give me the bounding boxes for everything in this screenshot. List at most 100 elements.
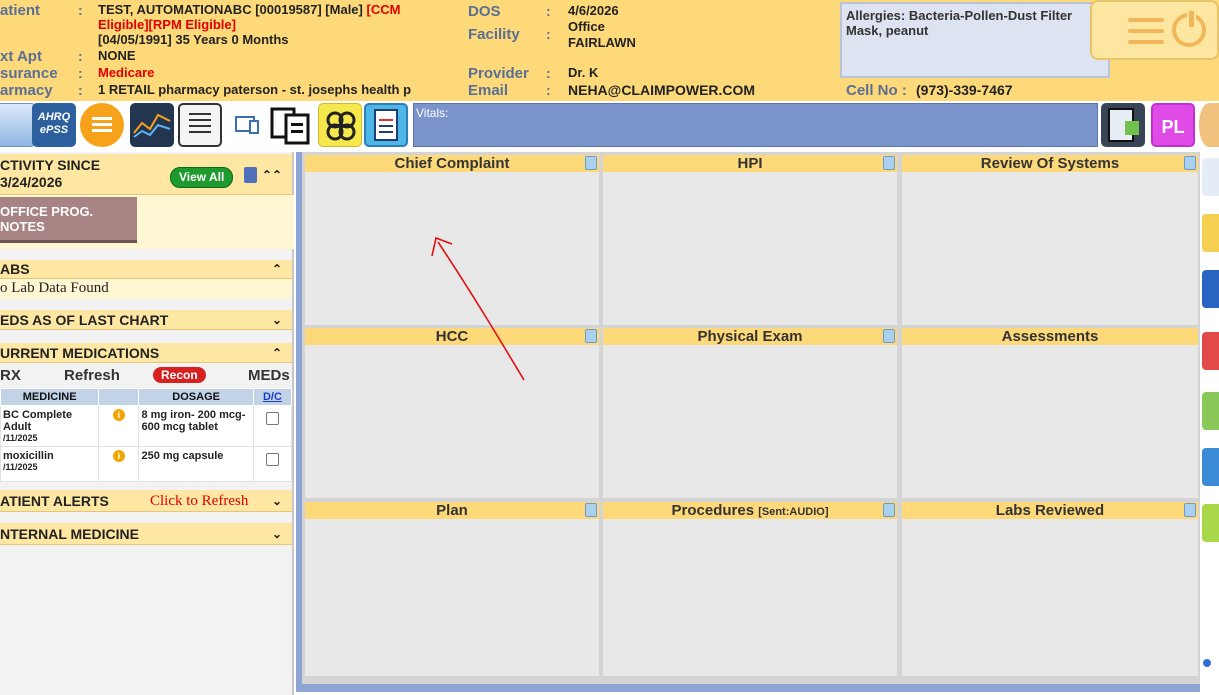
- review-of-systems-panel[interactable]: Review Of Systems: [902, 155, 1198, 325]
- checklist-icon[interactable]: [1202, 392, 1219, 430]
- dc-checkbox[interactable]: [252, 446, 293, 482]
- colon: :: [78, 82, 83, 98]
- clipboard-icon[interactable]: [585, 156, 597, 170]
- facility-value: Office: [568, 19, 605, 34]
- patient-alerts-header[interactable]: ATIENT ALERTS Click to Refresh ⌄: [0, 490, 292, 512]
- provider-value: Dr. K: [568, 65, 599, 80]
- rx-button[interactable]: RX: [0, 367, 21, 384]
- labs-section-header[interactable]: ABS ⌃: [0, 260, 292, 279]
- internal-medicine-title: NTERNAL MEDICINE: [0, 526, 139, 542]
- expand-down-icon[interactable]: ⌄: [272, 490, 282, 511]
- column-dc[interactable]: D/C: [252, 388, 293, 406]
- meds-last-chart-header[interactable]: EDS AS OF LAST CHART ⌄: [0, 310, 292, 330]
- document-list-icon[interactable]: [178, 103, 222, 147]
- clipboard-icon[interactable]: [1184, 156, 1196, 170]
- trend-chart-icon[interactable]: [130, 103, 174, 147]
- procedures-title: Procedures: [671, 502, 755, 519]
- lab-results-icon[interactable]: [1202, 504, 1219, 542]
- clipboard-icon[interactable]: [883, 503, 895, 517]
- clipboard-icon[interactable]: [585, 503, 597, 517]
- dos-value: 4/6/2026: [568, 3, 619, 18]
- info-icon[interactable]: i: [98, 446, 140, 482]
- document-icon[interactable]: [244, 167, 257, 183]
- recon-button[interactable]: Recon: [153, 367, 206, 383]
- labs-reviewed-panel[interactable]: Labs Reviewed: [902, 502, 1198, 676]
- colon: :: [546, 82, 551, 98]
- pl-icon[interactable]: PL: [1151, 103, 1195, 147]
- assessments-panel[interactable]: Assessments: [902, 328, 1198, 498]
- refresh-button[interactable]: Refresh: [64, 367, 120, 384]
- email-value: NEHA@CLAIMPOWER.COM: [568, 82, 756, 98]
- pattern-icon[interactable]: [318, 103, 362, 147]
- collapse-up-icon[interactable]: ⌃⌃: [262, 167, 282, 184]
- clipboard-icon[interactable]: [1184, 503, 1196, 517]
- activity-title: CTIVITY SINCE: [0, 157, 101, 173]
- provider-label: Provider: [468, 65, 529, 82]
- patient-name: TEST, AUTOMATIONABC [00019587] [Male] [C…: [98, 2, 401, 17]
- gear-icon[interactable]: [1202, 448, 1219, 486]
- colon: :: [546, 65, 551, 81]
- plan-panel[interactable]: Plan: [305, 502, 599, 676]
- ahrq-epss-icon[interactable]: AHRQ ePSS: [32, 103, 76, 147]
- colon: :: [546, 3, 551, 19]
- email-label: Email: [468, 82, 509, 99]
- alerts-refresh-link[interactable]: Click to Refresh: [150, 490, 248, 511]
- current-meds-header[interactable]: URRENT MEDICATIONS ⌃: [0, 343, 292, 363]
- clipboard-icon[interactable]: [585, 329, 597, 343]
- procedures-panel[interactable]: Procedures [Sent:AUDIO]: [603, 502, 897, 676]
- clipboard-icon[interactable]: [883, 156, 895, 170]
- pharmacy-label: armacy: [0, 82, 53, 99]
- table-header-row: MEDICINE DOSAGE D/C: [0, 388, 293, 406]
- facility-location: FAIRLAWN: [568, 35, 636, 50]
- dosage-cell: 8 mg iron- 200 mcg- 600 mcg tablet: [138, 405, 254, 447]
- clipboard-icon[interactable]: [883, 329, 895, 343]
- info-icon[interactable]: i: [98, 405, 140, 447]
- expand-down-icon[interactable]: ⌄: [272, 523, 282, 544]
- table-row: moxicillin/11/2025 i 250 mg capsule: [0, 446, 293, 482]
- meds-button[interactable]: MEDs: [248, 367, 290, 384]
- cell-label: Cell No :: [846, 82, 907, 99]
- chat-bubble-icon[interactable]: [80, 103, 124, 147]
- dc-checkbox[interactable]: [252, 405, 293, 447]
- colon: :: [78, 65, 83, 81]
- right-tool-strip: [1200, 152, 1219, 695]
- hamburger-icon[interactable]: [1128, 18, 1164, 44]
- annotation-arrow: [431, 236, 525, 381]
- clinical-form-icon[interactable]: [364, 103, 408, 147]
- notes-icon[interactable]: [0, 103, 36, 147]
- view-all-button[interactable]: View All: [170, 167, 234, 188]
- medications-table: MEDICINE DOSAGE D/C BC Complete Adult/11…: [0, 388, 293, 482]
- activity-section-header[interactable]: CTIVITY SINCE 3/24/2026 View All ⌃⌃: [0, 154, 292, 195]
- collapse-up-icon[interactable]: ⌃: [272, 343, 282, 362]
- patient-eligibility-flags: Eligible][RPM Eligible]: [98, 17, 236, 32]
- chief-complaint-title: Chief Complaint: [394, 155, 510, 172]
- patient-alerts-title: ATIENT ALERTS: [0, 493, 109, 509]
- labs-reviewed-title: Labs Reviewed: [995, 502, 1105, 519]
- internal-medicine-header[interactable]: NTERNAL MEDICINE ⌄: [0, 523, 292, 545]
- menu-logout-button[interactable]: [1090, 0, 1219, 60]
- medicine-cell[interactable]: moxicillin/11/2025: [0, 446, 100, 482]
- office-notes-area: OFFICE PROG. NOTES: [0, 195, 294, 249]
- dosage-cell: 250 mg capsule: [138, 446, 254, 482]
- next-appt-value: NONE: [98, 48, 136, 63]
- clipboard-pencil-icon[interactable]: [1101, 103, 1145, 147]
- copy-documents-icon[interactable]: [268, 103, 312, 147]
- column-dosage: DOSAGE: [138, 388, 254, 406]
- medicine-cell[interactable]: BC Complete Adult/11/2025: [0, 405, 100, 447]
- vitals-summary-icon[interactable]: [1202, 332, 1219, 370]
- status-dot: [1203, 659, 1211, 667]
- no-lab-data-text: o Lab Data Found: [0, 280, 109, 296]
- expand-down-icon[interactable]: ⌄: [272, 310, 282, 329]
- office-prog-notes-button[interactable]: OFFICE PROG. NOTES: [0, 197, 137, 243]
- eye-icon[interactable]: [1202, 270, 1219, 308]
- folder-icon[interactable]: [1202, 214, 1219, 252]
- vitals-bar[interactable]: Vitals:: [413, 103, 1098, 147]
- avatar-icon[interactable]: [1199, 103, 1219, 147]
- device-icon[interactable]: [226, 103, 270, 147]
- hpi-panel[interactable]: HPI: [603, 155, 897, 325]
- ros-title: Review Of Systems: [980, 155, 1120, 172]
- physical-exam-panel[interactable]: Physical Exam: [603, 328, 897, 498]
- notes-pen-icon[interactable]: [1202, 158, 1219, 196]
- power-icon[interactable]: [1172, 9, 1206, 47]
- collapse-up-icon[interactable]: ⌃: [272, 260, 282, 278]
